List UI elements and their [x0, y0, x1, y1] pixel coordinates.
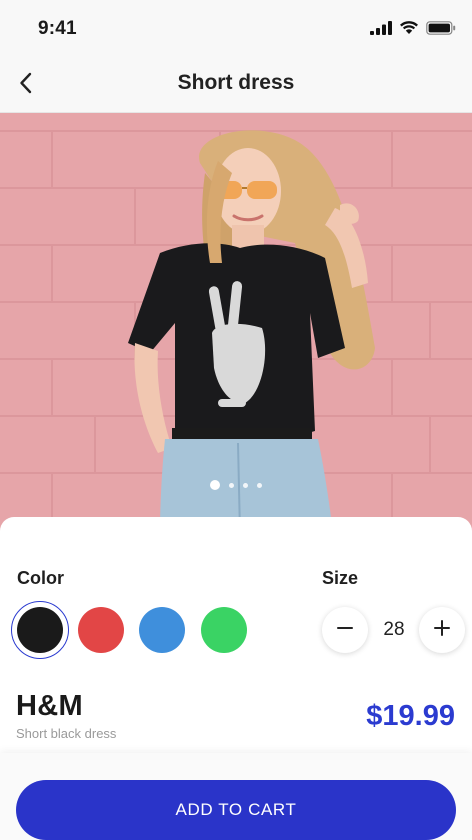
product-price: $19.99 [366, 700, 455, 732]
status-icons [370, 20, 456, 40]
navigation-bar: Short dress [0, 58, 472, 113]
carousel-dot[interactable] [229, 482, 234, 488]
status-time: 9:41 [38, 18, 77, 39]
plus-icon [433, 619, 451, 642]
footer: ADD TO CART [0, 753, 472, 840]
size-label: Size [322, 568, 359, 588]
brand-name: H&M [16, 690, 83, 722]
color-swatch-red[interactable] [78, 607, 124, 653]
battery-icon [426, 20, 456, 40]
color-label: Color [17, 568, 64, 588]
wifi-icon [399, 20, 419, 40]
carousel-dot[interactable] [210, 480, 220, 490]
product-image[interactable] [0, 113, 472, 533]
status-bar: 9:41 [0, 0, 472, 58]
carousel-dot[interactable] [257, 482, 262, 488]
color-swatch-green[interactable] [201, 607, 247, 653]
add-to-cart-button[interactable]: ADD TO CART [16, 780, 456, 840]
decrease-size-button[interactable] [322, 607, 368, 653]
minus-icon [336, 619, 354, 642]
product-description: Short black dress [16, 726, 117, 741]
color-swatch-blue[interactable] [139, 607, 185, 653]
size-value: 28 [383, 619, 405, 640]
increase-size-button[interactable] [419, 607, 465, 653]
page-title: Short dress [177, 71, 295, 94]
color-swatch-black[interactable] [11, 601, 69, 659]
carousel-dots[interactable] [0, 480, 472, 490]
cellular-signal-icon [370, 20, 392, 40]
carousel-dot[interactable] [243, 482, 248, 488]
